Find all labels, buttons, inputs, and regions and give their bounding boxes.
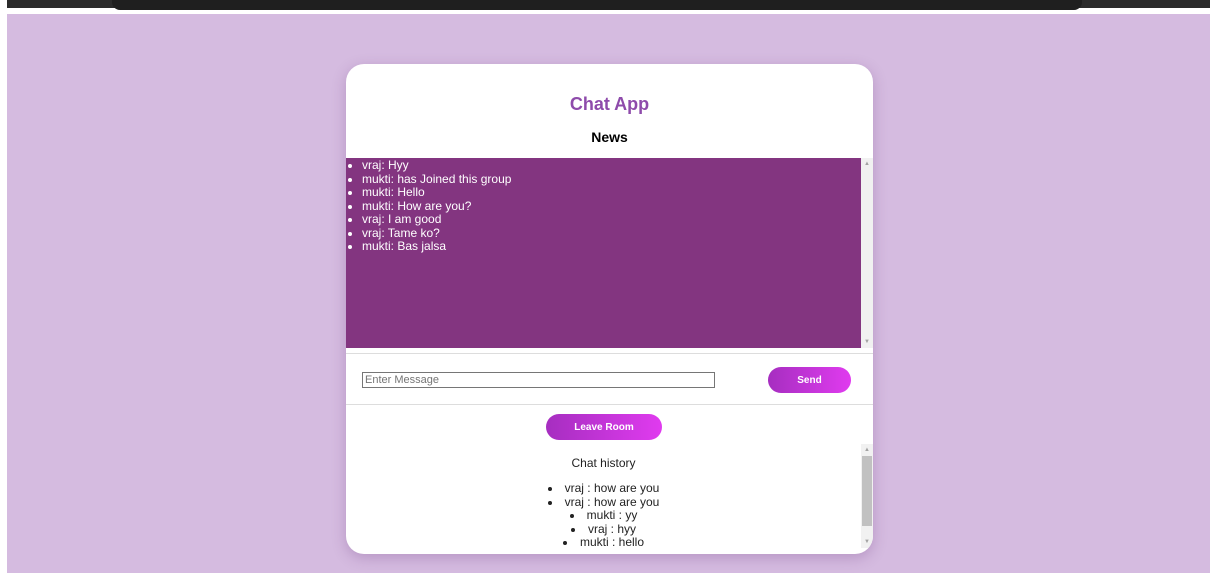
app-title: Chat App xyxy=(569,94,650,114)
message-item: vraj: I am good xyxy=(362,212,861,227)
message-item: mukti: How are you? xyxy=(362,199,861,214)
message-input[interactable] xyxy=(362,372,715,388)
message-item: mukti: has Joined this group xyxy=(362,172,861,187)
chat-card: Chat App News vraj: Hyy mukti: has Joine… xyxy=(346,64,873,554)
scroll-down-icon[interactable]: ▼ xyxy=(861,336,873,348)
chat-history[interactable]: Chat history vraj : how are you vraj : h… xyxy=(346,444,861,548)
browser-top-bar xyxy=(0,0,1210,14)
history-item: mukti : hello xyxy=(346,535,861,548)
scroll-thumb[interactable] xyxy=(862,456,872,526)
history-item: vraj : how are you xyxy=(346,481,861,496)
scroll-up-icon[interactable]: ▲ xyxy=(861,158,873,170)
scroll-down-icon[interactable]: ▼ xyxy=(861,536,873,548)
message-item: mukti: Bas jalsa xyxy=(362,239,861,254)
section-title: News xyxy=(591,129,628,145)
send-button[interactable]: Send xyxy=(768,367,851,393)
history-scrollbar[interactable]: ▲ ▼ xyxy=(861,444,873,548)
composer: Send xyxy=(346,353,873,405)
history-item: vraj : hyy xyxy=(346,522,861,537)
message-item: mukti: Hello xyxy=(362,185,861,200)
history-item: mukti : yy xyxy=(346,508,861,523)
browser-top-pill xyxy=(112,0,1082,10)
message-scrollbar[interactable]: ▲ ▼ xyxy=(861,158,873,348)
leave-room-button[interactable]: Leave Room xyxy=(546,414,662,440)
history-item: vraj : how are you xyxy=(346,495,861,510)
message-list[interactable]: vraj: Hyy mukti: has Joined this group m… xyxy=(346,158,861,348)
left-edge-strip xyxy=(0,14,7,573)
message-item: vraj: Hyy xyxy=(362,158,861,173)
scroll-up-icon[interactable]: ▲ xyxy=(861,444,873,456)
chat-history-title: Chat history xyxy=(571,456,636,470)
message-item: vraj: Tame ko? xyxy=(362,226,861,241)
